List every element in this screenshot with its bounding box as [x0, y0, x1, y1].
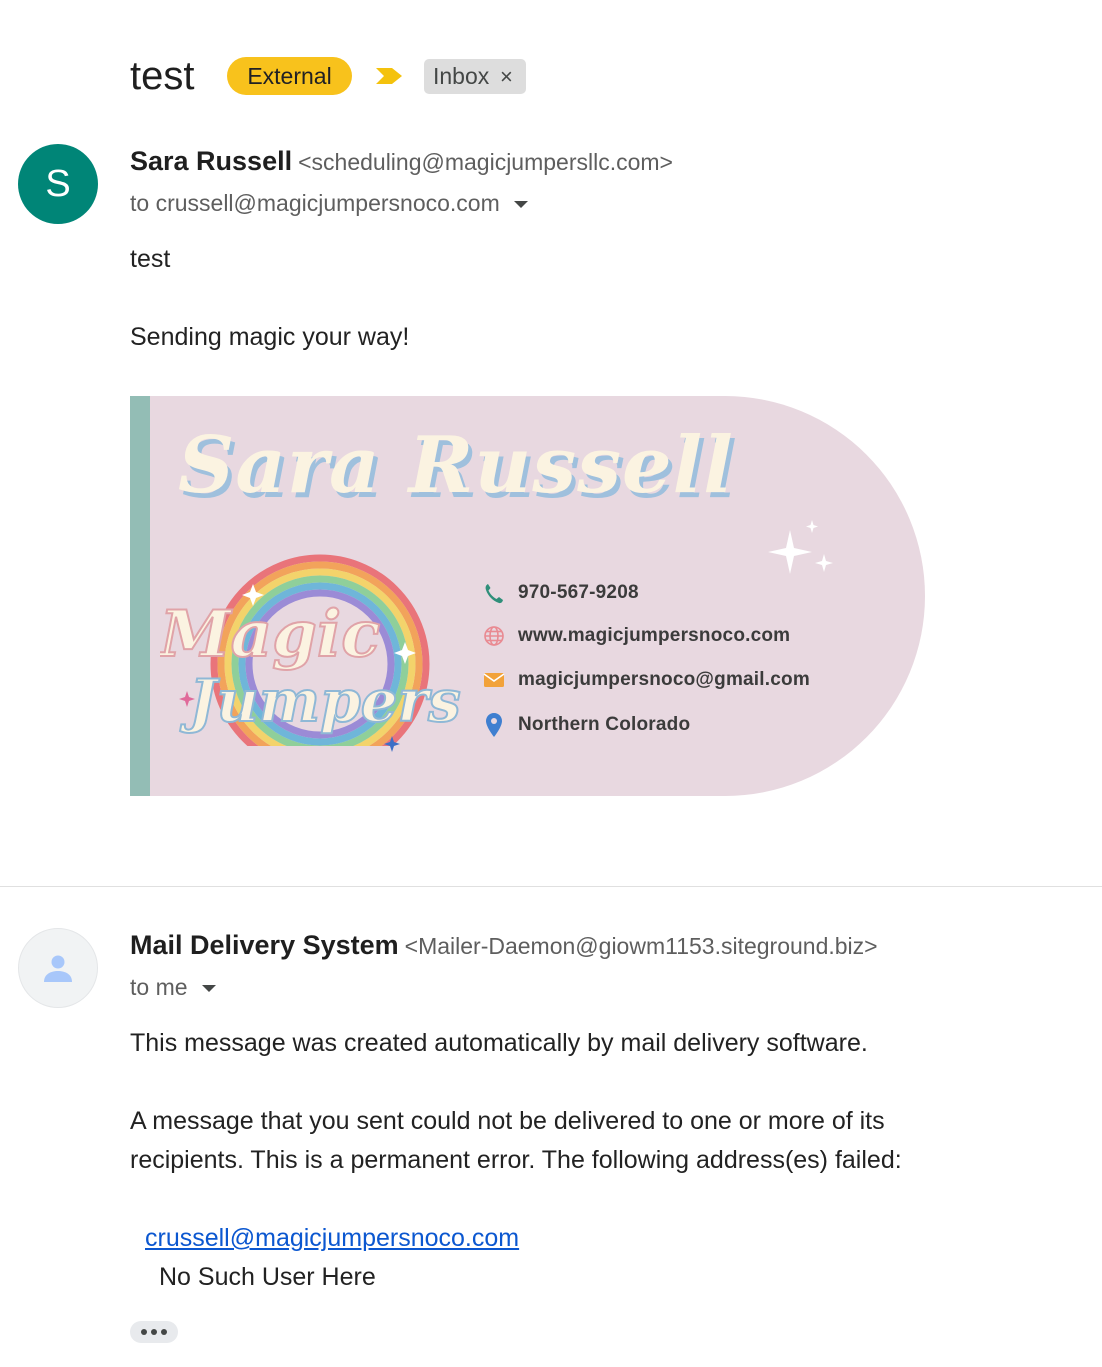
sender-email: <scheduling@magicjumpersllc.com>: [298, 149, 673, 175]
signature-location: Northern Colorado: [518, 714, 691, 735]
map-pin-icon: [482, 712, 506, 738]
importance-marker-icon[interactable]: [374, 66, 404, 86]
signature-phone-row: 970-567-9208: [482, 578, 639, 608]
logo-text-jumpers: Jumpers: [179, 667, 461, 735]
globe-icon: [482, 623, 506, 649]
sender-name[interactable]: Mail Delivery System: [130, 930, 399, 960]
label-inbox: Inbox ×: [424, 59, 526, 94]
email-signature-card: Sara Russell Magic Jumpers 970-567-9208: [130, 396, 925, 796]
sender-avatar[interactable]: [18, 928, 98, 1008]
remove-label-button[interactable]: ×: [500, 59, 513, 94]
message-1-body-line-2: Sending magic your way!: [130, 323, 410, 351]
signature-location-row: Northern Colorado: [482, 710, 690, 740]
recipient-line: to me: [130, 974, 188, 1000]
signature-phone: 970-567-9208: [518, 582, 639, 603]
label-external: External: [227, 57, 352, 95]
sender-name[interactable]: Sara Russell: [130, 146, 292, 176]
email-subject: test: [130, 54, 195, 98]
message-2-paragraph-1: This message was created automatically b…: [130, 1029, 868, 1057]
chevron-down-icon[interactable]: [201, 985, 216, 993]
message-2-paragraph-2-line-2: recipients. This is a permanent error. T…: [130, 1146, 902, 1174]
phone-icon: [482, 580, 506, 606]
label-inbox-text: Inbox: [433, 63, 490, 89]
sparkle-icon: [768, 520, 833, 574]
avatar-letter: S: [45, 162, 71, 205]
message-1-body-line-1: test: [130, 245, 171, 273]
recipient-details[interactable]: to me: [130, 974, 216, 1001]
ellipsis-dot: [141, 1329, 147, 1335]
signature-email: magicjumpersnoco@gmail.com: [518, 669, 810, 690]
message-2-sender-line: Mail Delivery System <Mailer-Daemon@giowm…: [130, 930, 878, 961]
signature-website-row: www.magicjumpersnoco.com: [482, 621, 790, 651]
signature-website: www.magicjumpersnoco.com: [518, 625, 791, 646]
recipient-line: to crussell@magicjumpersnoco.com: [130, 190, 500, 216]
failed-address-link[interactable]: crussell@magicjumpersnoco.com: [145, 1219, 519, 1258]
signature-name: Sara Russell: [178, 420, 734, 511]
signature-accent-bar: [130, 396, 150, 796]
ellipsis-dot: [161, 1329, 167, 1335]
magic-jumpers-logo: Magic Jumpers: [160, 554, 462, 752]
failure-reason: No Such User Here: [159, 1263, 376, 1291]
recipient-details[interactable]: to crussell@magicjumpersnoco.com: [130, 190, 528, 217]
sender-email: <Mailer-Daemon@giowm1153.siteground.biz>: [404, 933, 878, 959]
show-trimmed-content-button[interactable]: [130, 1321, 178, 1343]
person-icon: [44, 955, 72, 982]
sender-avatar[interactable]: S: [18, 144, 98, 224]
chevron-down-icon[interactable]: [513, 201, 528, 209]
message-2-paragraph-2-line-1: A message that you sent could not be del…: [130, 1107, 885, 1135]
signature-email-row: magicjumpersnoco@gmail.com: [482, 665, 810, 695]
message-1-sender-line: Sara Russell <scheduling@magicjumpersllc.…: [130, 146, 673, 177]
envelope-icon: [482, 667, 506, 693]
ellipsis-dot: [151, 1329, 157, 1335]
message-divider: [0, 886, 1102, 887]
logo-text-magic: Magic: [160, 597, 380, 672]
